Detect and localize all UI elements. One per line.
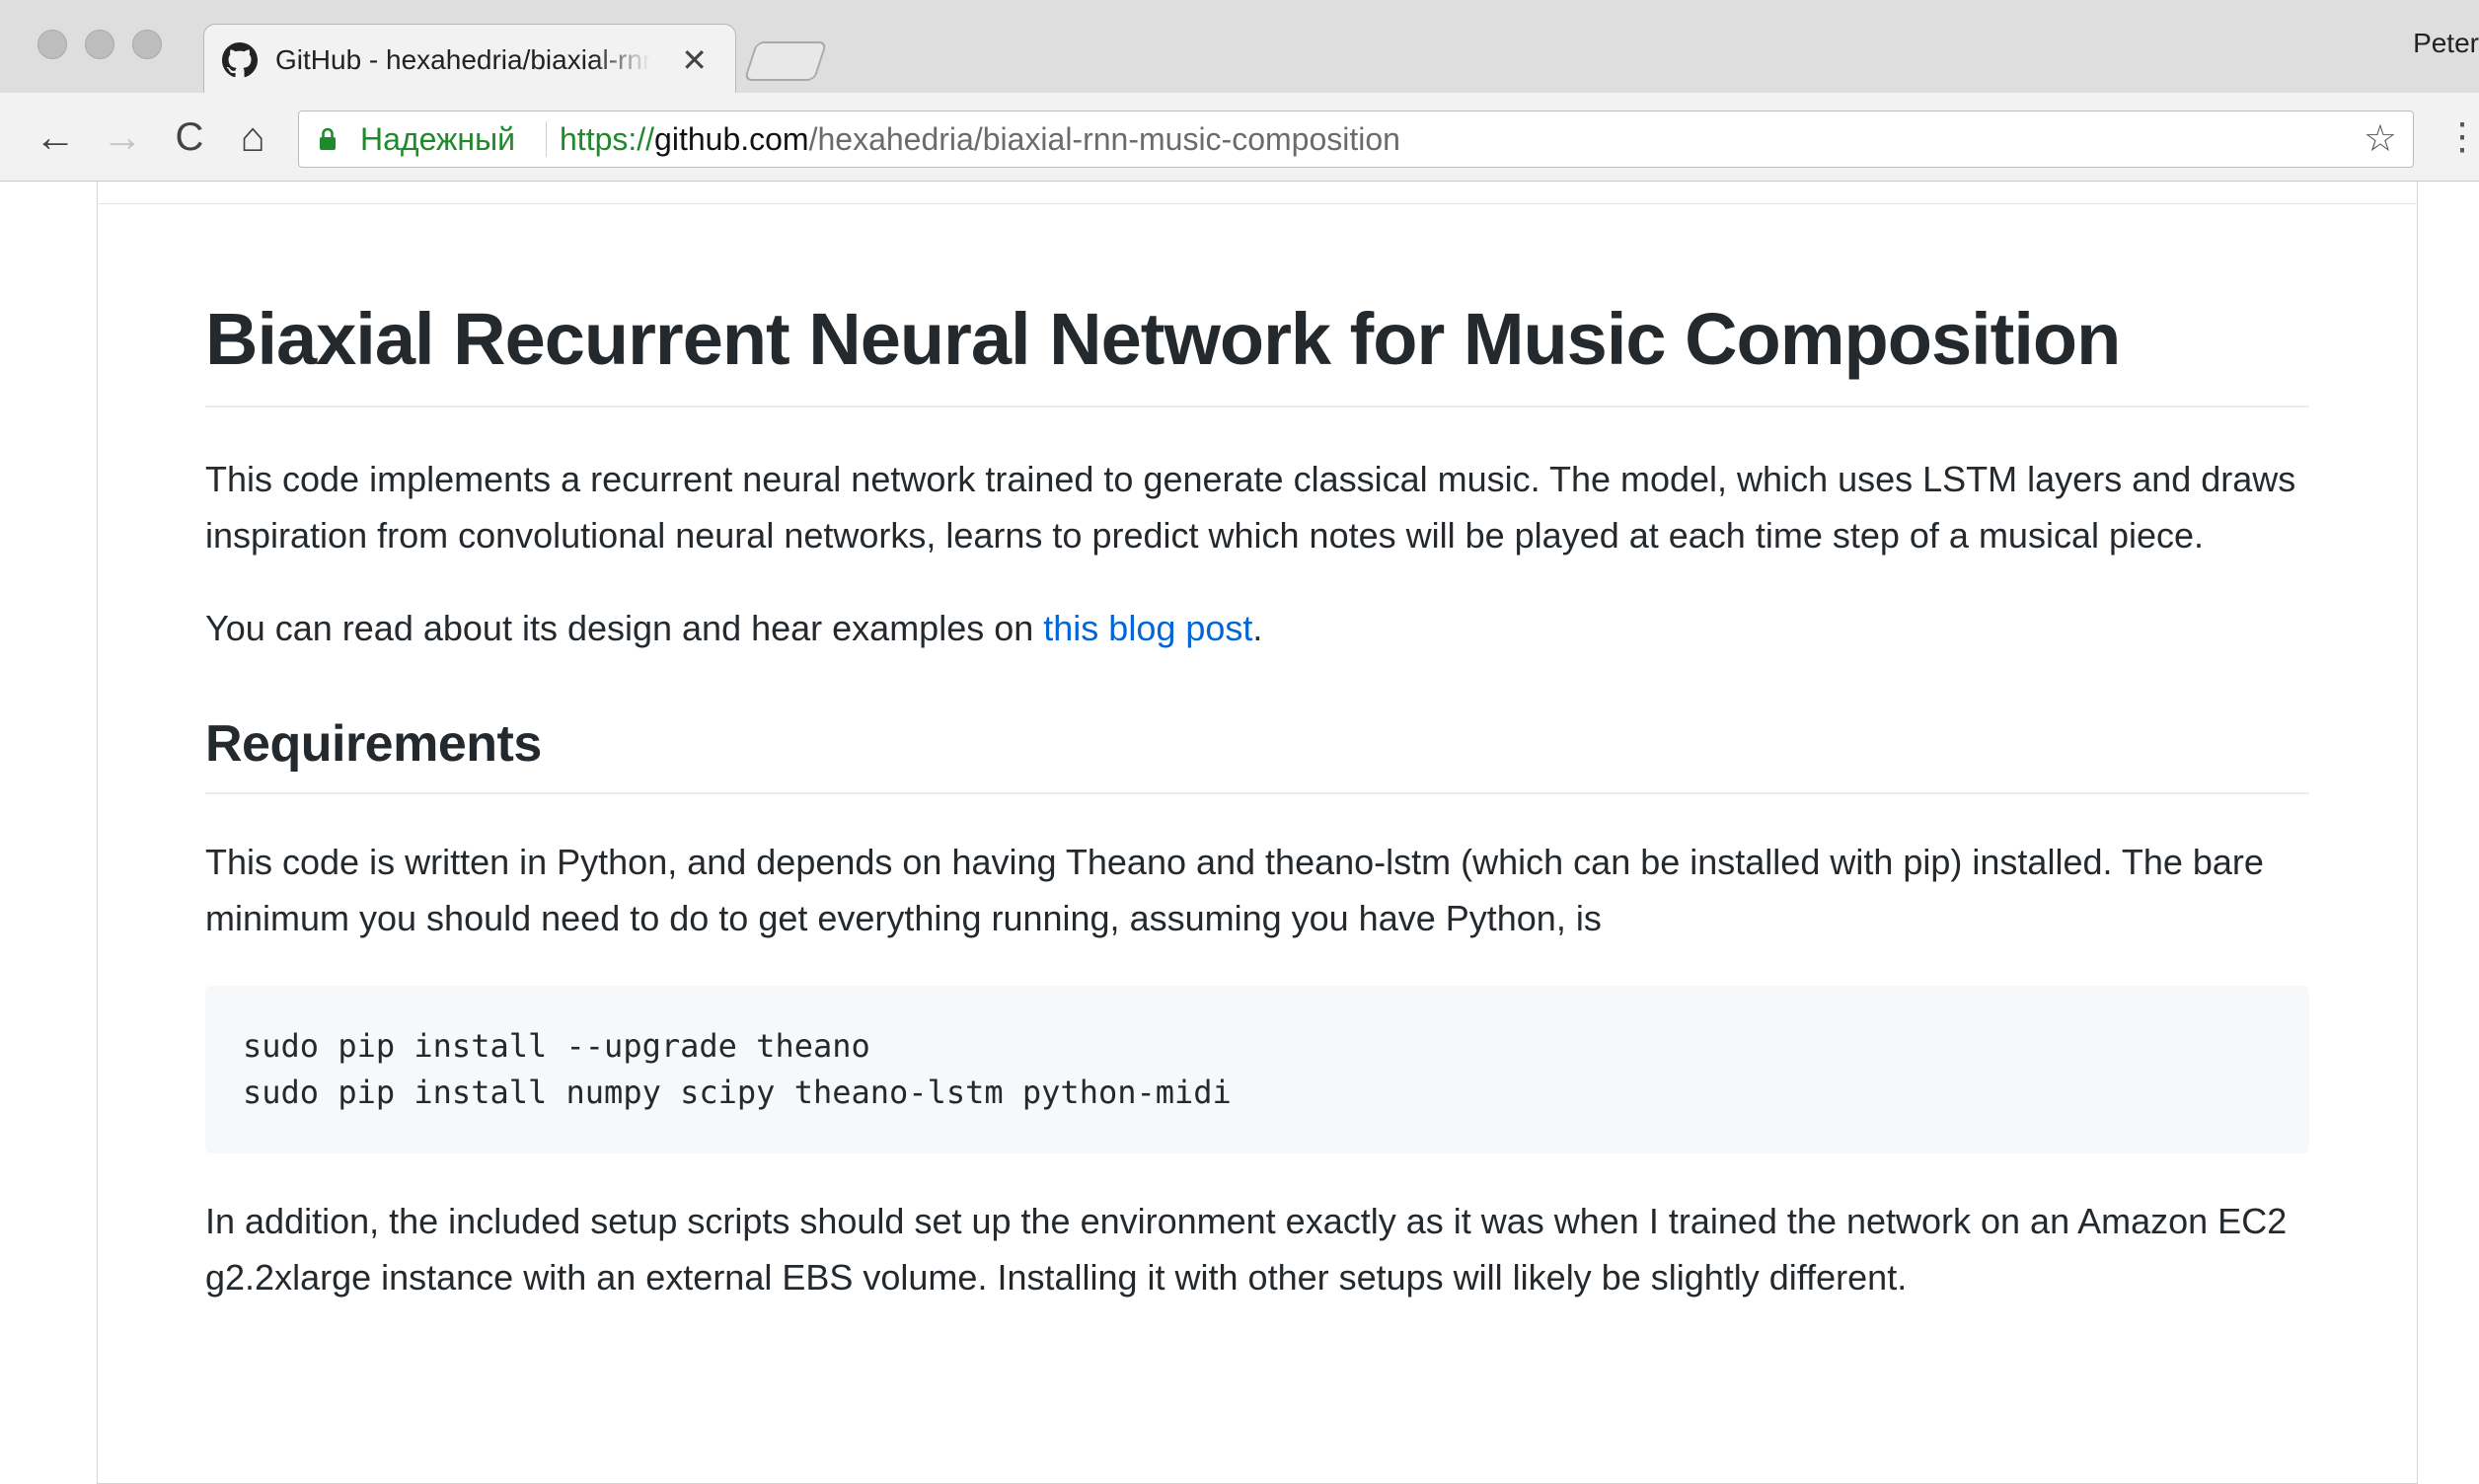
readme-title: Biaxial Recurrent Neural Network for Mus…	[205, 296, 2309, 408]
back-arrow-icon[interactable]: ←	[28, 93, 83, 182]
browser-tab-active[interactable]: GitHub - hexahedria/biaxial-rnn-music-co…	[203, 24, 736, 95]
window-minimize-button[interactable]	[85, 30, 114, 59]
readme-content: Biaxial Recurrent Neural Network for Mus…	[205, 296, 2309, 1305]
blog-sentence-prefix: You can read about its design and hear e…	[205, 607, 1044, 648]
browser-menu-icon[interactable]: ⋮	[2443, 93, 2479, 182]
github-logo-icon	[222, 42, 258, 78]
reload-icon[interactable]: C	[162, 93, 217, 182]
address-bar-divider	[546, 121, 547, 157]
tab-close-icon[interactable]: ✕	[681, 25, 708, 96]
url-text[interactable]: https://github.com/hexahedria/biaxial-rn…	[560, 111, 1400, 167]
intro-paragraph: This code implements a recurrent neural …	[205, 458, 2296, 556]
profile-name[interactable]: Peter	[2413, 28, 2479, 59]
tab-title: GitHub - hexahedria/biaxial-rnn-music-co…	[275, 44, 650, 75]
address-bar[interactable]: Надежный https://github.com/hexahedria/b…	[298, 111, 2414, 168]
url-host: github.com	[654, 121, 809, 157]
install-code-block[interactable]: sudo pip install --upgrade theano sudo p…	[205, 986, 2309, 1154]
browser-tab-strip: GitHub - hexahedria/biaxial-rnn-music-co…	[0, 0, 2479, 95]
requirements-paragraph: This code is written in Python, and depe…	[205, 842, 2264, 939]
home-icon[interactable]: ⌂	[225, 93, 280, 182]
window-zoom-button[interactable]	[132, 30, 162, 59]
blog-paragraph: You can read about its design and hear e…	[205, 600, 2309, 656]
readme-header-divider	[97, 203, 2418, 204]
lock-icon	[320, 127, 336, 150]
blog-sentence-suffix: .	[1252, 607, 1263, 648]
url-scheme: https://	[560, 121, 655, 157]
window-close-button[interactable]	[38, 30, 67, 59]
blog-post-link[interactable]: this blog post	[1043, 608, 1252, 648]
forward-arrow-icon[interactable]: →	[95, 93, 150, 182]
requirements-heading: Requirements	[205, 713, 2309, 795]
new-tab-button[interactable]	[743, 41, 828, 81]
bookmark-star-icon[interactable]: ☆	[2364, 111, 2397, 167]
secure-connection-label[interactable]: Надежный	[360, 111, 515, 167]
setup-paragraph: In addition, the included setup scripts …	[205, 1201, 2288, 1298]
url-path: /hexahedria/biaxial-rnn-music-compositio…	[808, 121, 1400, 157]
